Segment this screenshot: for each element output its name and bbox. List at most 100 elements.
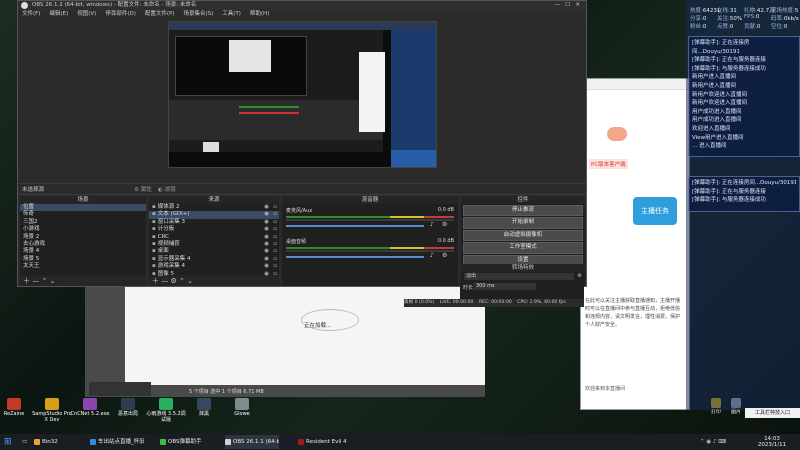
taskbar-app[interactable]: OBS弹幕助手 [160, 435, 214, 449]
menu-item[interactable]: 场景集合(S) [183, 11, 213, 17]
anchor-task-banner[interactable]: 主播任务 [633, 197, 677, 225]
menu-item[interactable]: 文件(F) [22, 11, 40, 17]
obs-title-bar[interactable]: OBS 26.1.1 (64-bit, windows) - 配置文件: 未命名… [18, 1, 586, 10]
nested-meter-1 [239, 106, 299, 108]
desktop-shortcut[interactable]: Glowe [222, 398, 262, 417]
desktop-shortcut[interactable]: 心雨游戏 3.5.2调试版 [146, 398, 186, 423]
eye-icon[interactable]: ◉ [264, 263, 269, 270]
taskbar-app[interactable]: OBS 26.1.1 (64-bit... [225, 435, 279, 449]
move-down-icon[interactable]: ⌄ [50, 277, 56, 285]
source-item[interactable]: ▪ 计分板 ◉ ▫ [149, 226, 279, 233]
taskbar-app[interactable]: 车出站点直播_怀旧... [90, 435, 144, 449]
move-up-icon[interactable]: ⌃ [41, 277, 47, 285]
source-item[interactable]: ▪ 文本 (GDI+) ◉ ▫ [149, 211, 279, 219]
lock-icon[interactable]: ▫ [273, 248, 277, 255]
eye-icon[interactable]: ◉ [264, 211, 269, 218]
obs-menu-bar[interactable]: 文件(F) 编辑(E) 视图(V) 停靠部件(D) 配置文件(P) 场景集合(S) 工具(T… [18, 10, 586, 18]
browser-window[interactable]: PC版本客户端 主播任务 在此可以关注主播获取直播通知，主播开播时可以在直播间中… [580, 78, 690, 410]
transition-select[interactable]: 淡出 [464, 273, 574, 280]
stat-value: 0kb/s [783, 16, 799, 23]
source-item[interactable]: ▪ 游戏采集 4 ◉ ▫ [149, 263, 279, 270]
stat-item: 在线:31 [717, 6, 737, 14]
control-button[interactable]: 停止推流 [463, 205, 583, 217]
eye-icon[interactable]: ◉ [264, 248, 269, 255]
control-button[interactable]: 工作室模式 [463, 242, 583, 254]
eye-icon[interactable]: ◉ [264, 234, 269, 241]
chat-line: ... 进入直播间 [692, 143, 727, 150]
taskview-icon[interactable]: ▭ [22, 435, 30, 449]
remove-scene-icon[interactable]: — [32, 277, 39, 285]
lock-icon[interactable]: ▫ [273, 263, 277, 270]
obs-preview[interactable] [168, 21, 437, 168]
level-meter-background [286, 219, 454, 221]
lock-icon[interactable]: ▫ [273, 226, 277, 233]
source-settings-icon[interactable]: ⚙ [170, 277, 176, 285]
source-item[interactable]: ▪ 桌面 ◉ ▫ [149, 248, 279, 255]
transition-settings-icon[interactable]: ⚙ [578, 273, 582, 279]
browser-tab-bar[interactable] [581, 79, 689, 90]
add-source-icon[interactable]: ＋ [152, 277, 159, 285]
chat-line: [弹幕助手]: 正在与服务器连接 [692, 188, 766, 195]
scene-item[interactable]: 场景 4 [20, 248, 146, 255]
control-button[interactable]: 开始录制 [463, 217, 583, 229]
source-up-icon[interactable]: ⌃ [179, 277, 185, 285]
volume-slider[interactable] [286, 256, 424, 258]
window-controls[interactable]: — ☐ ✕ [554, 1, 580, 10]
scene-item[interactable]: 位置 [20, 204, 146, 212]
remove-source-icon[interactable]: — [161, 277, 168, 285]
desktop-shortcut[interactable]: SampStudio Pro X Dev [32, 398, 72, 423]
scenes-dock-buttons[interactable]: ＋ — ⌃ ⌄ [20, 276, 146, 286]
source-label: 游戏采集 4 [157, 263, 185, 270]
volume-slider[interactable] [286, 225, 424, 227]
eye-icon[interactable]: ◉ [264, 219, 269, 226]
gear-icon[interactable]: ⚙ [442, 252, 447, 259]
control-button[interactable]: 启动虚拟摄像机 [463, 229, 583, 242]
gear-icon[interactable]: ⚙ [442, 221, 447, 228]
scene-item[interactable]: 传奇 [20, 211, 146, 218]
app-icon [121, 398, 135, 410]
add-scene-icon[interactable]: ＋ [23, 277, 30, 285]
eye-icon[interactable]: ◉ [264, 204, 269, 211]
scene-item[interactable]: 太天王 [20, 263, 146, 270]
source-item[interactable]: ▪ CRC ◉ ▫ [149, 234, 279, 241]
lock-icon[interactable]: ▫ [273, 211, 277, 218]
system-tray-icons[interactable]: ⌃ ◉ ♪ ⌨ [700, 435, 740, 449]
desktop-shortcut[interactable]: ReZaine [0, 398, 34, 417]
scene-item[interactable]: 小游戏 [20, 226, 146, 233]
desktop-shortcut[interactable]: 恶意出局 [108, 398, 148, 417]
taskbar-app[interactable]: Resident Evil 4 [298, 435, 352, 449]
scene-item[interactable]: 场景 2 [20, 234, 146, 241]
menu-item[interactable]: 编辑(E) [49, 11, 68, 17]
menu-item[interactable]: 工具(T) [222, 11, 241, 17]
duration-input[interactable]: 300 ms [474, 283, 536, 290]
desktop-shortcut[interactable]: CnCNet 5.2.exe [70, 398, 110, 417]
lock-icon[interactable]: ▫ [273, 241, 277, 248]
stat-key: 分享: [690, 16, 703, 23]
eye-icon[interactable]: ◉ [264, 226, 269, 233]
taskbar-app[interactable]: Bin32 [34, 435, 88, 449]
eye-icon[interactable]: ◉ [264, 256, 269, 263]
lock-icon[interactable]: ▫ [273, 219, 277, 226]
eye-icon[interactable]: ◉ [264, 241, 269, 248]
speaker-icon[interactable]: ♪ [430, 252, 434, 259]
menu-item[interactable]: 停靠部件(D) [105, 11, 136, 17]
windows-start-icon[interactable]: ⊞ [4, 435, 16, 449]
clock[interactable]: 14:03 2023/1/11 [748, 435, 796, 450]
sources-dock-buttons[interactable]: ＋ — ⚙ ⌃ ⌄ [149, 276, 279, 286]
menu-item[interactable]: 视图(V) [77, 11, 96, 17]
source-down-icon[interactable]: ⌄ [187, 277, 193, 285]
scenes-list[interactable]: 位置 传奇 三国2 小游戏 场景 2 去心游戏 场景 4 场景 5 太天王 [20, 204, 146, 271]
lock-icon[interactable]: ▫ [273, 256, 277, 263]
obs-window[interactable]: OBS 26.1.1 (64-bit, windows) - 配置文件: 未命名… [17, 0, 587, 287]
menu-item[interactable]: 帮助(H) [250, 11, 269, 17]
lock-icon[interactable]: ▫ [273, 204, 277, 211]
lock-icon[interactable]: ▫ [273, 234, 277, 241]
sources-list[interactable]: ▪ 媒体源 2 ◉ ▫ ▪ 文本 (GDI+) ◉ ▫ ▪ 窗口采集 3 ◉ ▫ ▪ 计分板 ◉ ▫ ▪ CRC ◉… [149, 204, 279, 285]
filters-button[interactable]: ◐ 滤镜 [158, 185, 176, 193]
properties-button[interactable]: ⚙ 属性 [134, 185, 152, 193]
desktop-shortcut[interactable]: 抹黑 [184, 398, 224, 417]
source-type-icon: ▪ [152, 204, 156, 210]
speaker-icon[interactable]: ♪ [430, 221, 434, 228]
pc-badge[interactable]: PC版本客户端 [589, 159, 628, 169]
menu-item[interactable]: 配置文件(P) [145, 11, 175, 17]
